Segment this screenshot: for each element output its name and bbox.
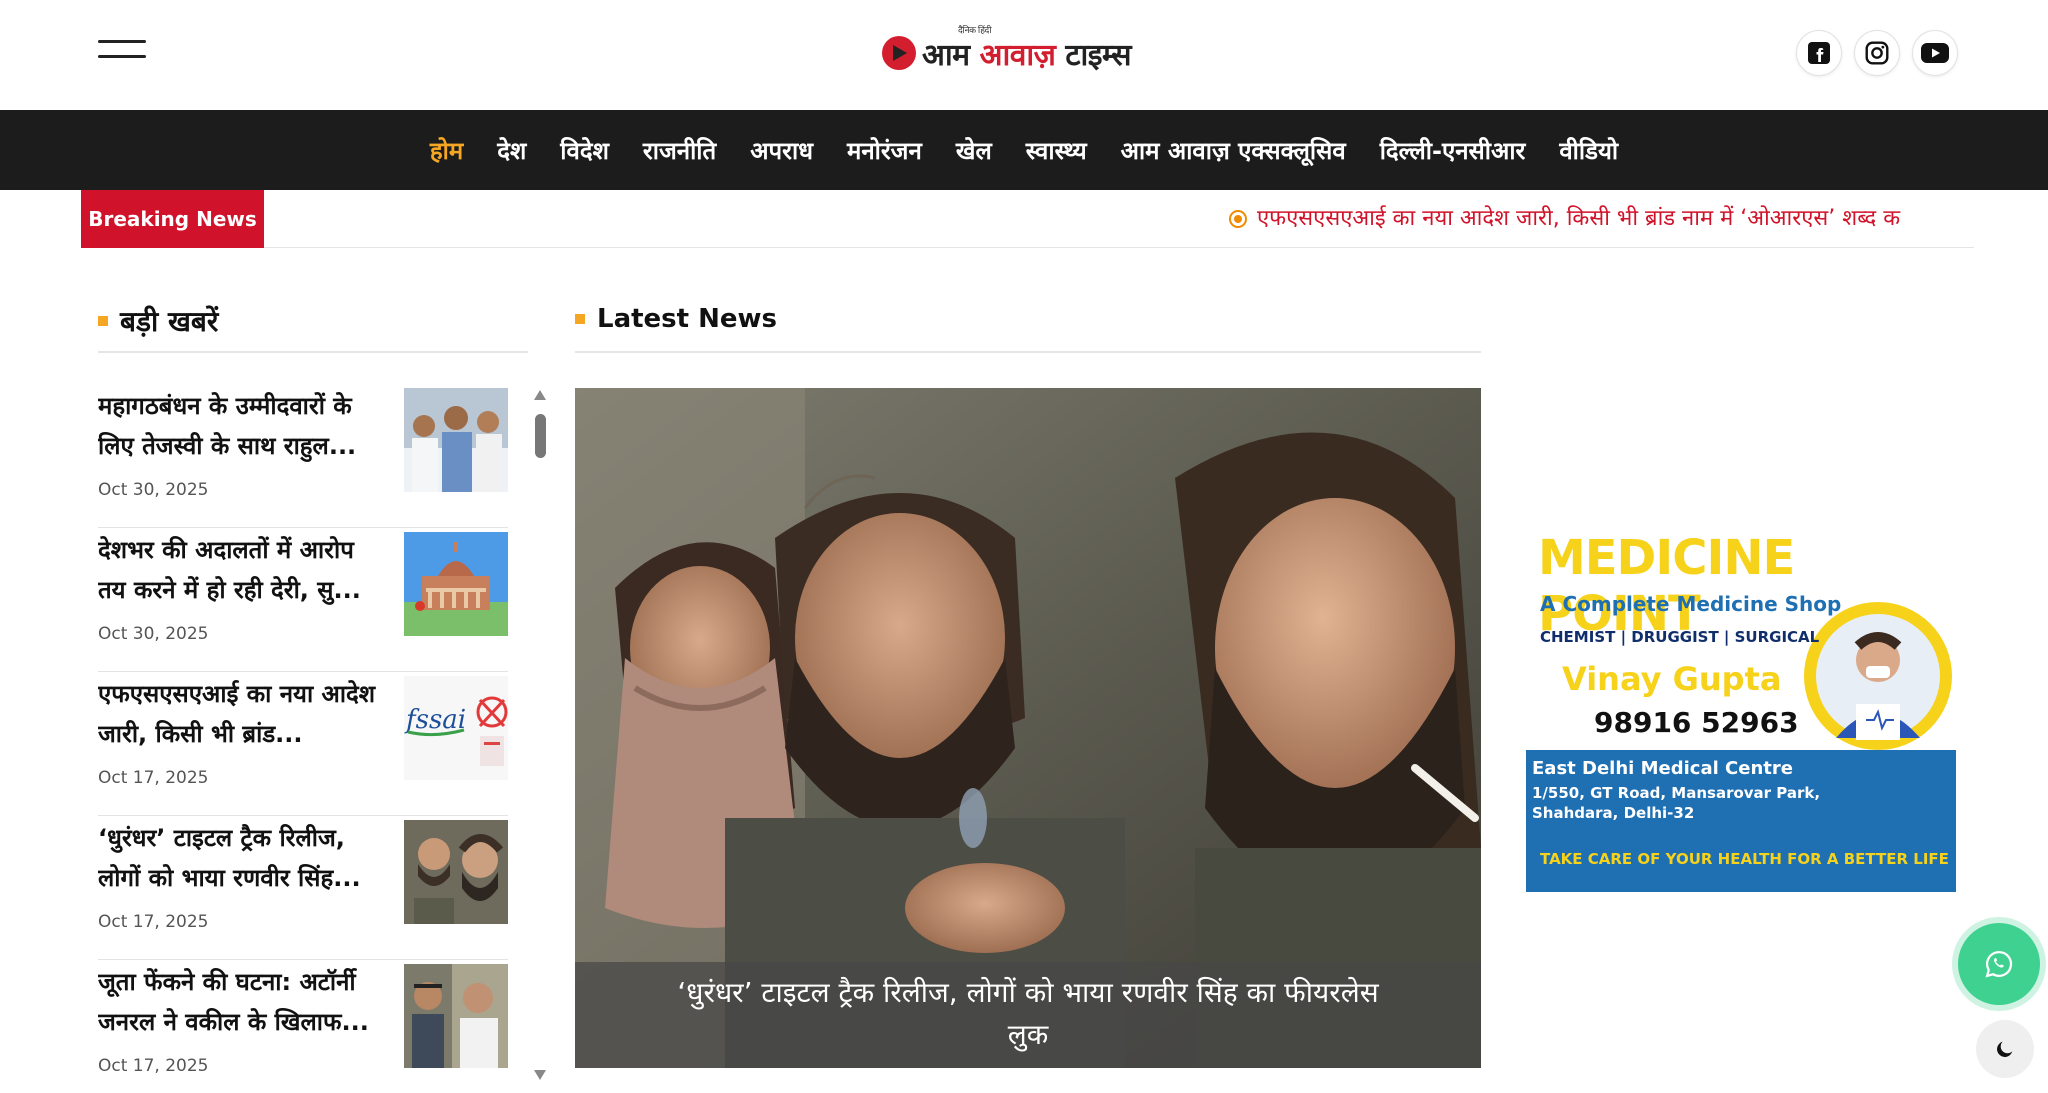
ad-name: Vinay Gupta — [1562, 660, 1782, 698]
ad-centre: East Delhi Medical Centre — [1532, 758, 1793, 779]
facebook-icon[interactable] — [1796, 30, 1842, 76]
ad-address-line1: 1/550, GT Road, Mansarovar Park, — [1532, 784, 1821, 802]
top-news-list: महागठबंधन के उम्मीदवारों के लिए तेजस्वी … — [98, 384, 508, 1084]
news-thumbnail[interactable] — [404, 820, 508, 924]
heading-marker — [575, 314, 585, 324]
ad-slogan: TAKE CARE OF YOUR HEALTH FOR A BETTER LI… — [1540, 850, 1949, 868]
nav-item-desh[interactable]: देश — [497, 134, 526, 167]
breaking-news-bar: Breaking News एफएसएसएआई का नया आदेश जारी… — [81, 190, 1974, 248]
play-logo-icon — [882, 36, 916, 70]
news-thumbnail[interactable] — [404, 964, 508, 1068]
moon-icon — [1997, 1041, 2013, 1057]
list-item[interactable]: एफएसएसएआई का नया आदेश जारी, किसी भी ब्रा… — [98, 672, 508, 816]
news-thumbnail[interactable]: fssai — [404, 676, 508, 780]
breaking-ticker[interactable]: एफएसएसएआई का नया आदेश जारी, किसी भी ब्रा… — [1229, 202, 1974, 236]
list-item[interactable]: जूता फेंकने की घटना: अटॉर्नी जनरल ने वकी… — [98, 960, 508, 1084]
list-item[interactable]: देशभर की अदालतों में आरोप तय करने में हो… — [98, 528, 508, 672]
nav-item-apradh[interactable]: अपराध — [750, 134, 813, 167]
ad-address-line2: Shahdara, Delhi-32 — [1532, 804, 1695, 822]
news-thumbnail[interactable] — [404, 388, 508, 492]
featured-news-image[interactable]: ‘धुरंधर’ टाइटल ट्रैक रिलीज, लोगों को भाय… — [575, 388, 1481, 1068]
nav-item-exclusive[interactable]: आम आवाज़ एक्सक्लूसिव — [1121, 134, 1346, 167]
featured-caption[interactable]: ‘धुरंधर’ टाइटल ट्रैक रिलीज, लोगों को भाय… — [575, 962, 1481, 1068]
ticker-text[interactable]: एफएसएसएआई का नया आदेश जारी, किसी भी ब्रा… — [1257, 202, 1900, 236]
news-thumbnail[interactable] — [404, 532, 508, 636]
menu-icon[interactable] — [98, 40, 146, 64]
main-nav: होम देश विदेश राजनीति अपराध मनोरंजन खेल … — [0, 110, 2048, 190]
nav-item-home[interactable]: होम — [430, 134, 463, 167]
scroll-down-icon[interactable] — [534, 1070, 546, 1080]
scroll-up-icon[interactable] — [534, 390, 546, 400]
site-header: दैनिक हिंदी आम आवाज़ टाइम्स — [0, 0, 2048, 110]
list-item[interactable]: महागठबंधन के उम्मीदवारों के लिए तेजस्वी … — [98, 384, 508, 528]
bullet-icon — [1229, 210, 1247, 228]
instagram-icon[interactable] — [1854, 30, 1900, 76]
ad-tags: CHEMIST | DRUGGIST | SURGICAL — [1540, 628, 1820, 646]
dark-mode-toggle[interactable] — [1976, 1020, 2034, 1078]
list-item[interactable]: ‘धुरंधर’ टाइटल ट्रैक रिलीज, लोगों को भाय… — [98, 816, 508, 960]
nav-item-swasthya[interactable]: स्वास्थ्य — [1026, 134, 1087, 167]
heading-marker — [98, 316, 108, 326]
nav-item-khel[interactable]: खेल — [956, 134, 992, 167]
nav-item-video[interactable]: वीडियो — [1559, 134, 1618, 167]
ad-title: MEDICINE POINT — [1538, 530, 1795, 642]
whatsapp-button[interactable] — [1958, 923, 2040, 1005]
advertisement-banner[interactable]: MEDICINE POINT A Complete Medicine Shop … — [1526, 528, 1956, 892]
ad-phone: 98916 52963 — [1594, 706, 1799, 739]
top-news-heading: बड़ी खबरें — [98, 302, 218, 340]
nav-item-rajniti[interactable]: राजनीति — [643, 134, 716, 167]
section-divider — [575, 351, 1481, 353]
breaking-news-label: Breaking News — [81, 190, 264, 248]
nav-item-manoranjan[interactable]: मनोरंजन — [847, 134, 922, 167]
site-logo[interactable]: दैनिक हिंदी आम आवाज़ टाइम्स — [882, 26, 1132, 78]
section-divider — [98, 351, 528, 353]
nav-item-videsh[interactable]: विदेश — [560, 134, 609, 167]
list-scrollbar[interactable] — [532, 390, 548, 1080]
latest-news-heading: Latest News — [575, 304, 777, 334]
youtube-icon[interactable] — [1912, 30, 1958, 76]
social-links — [1796, 30, 1958, 76]
ad-subtitle: A Complete Medicine Shop — [1540, 592, 1842, 616]
whatsapp-icon — [1985, 950, 2013, 978]
nav-item-delhi-ncr[interactable]: दिल्ली-एनसीआर — [1380, 134, 1526, 167]
scroll-thumb[interactable] — [535, 414, 546, 458]
